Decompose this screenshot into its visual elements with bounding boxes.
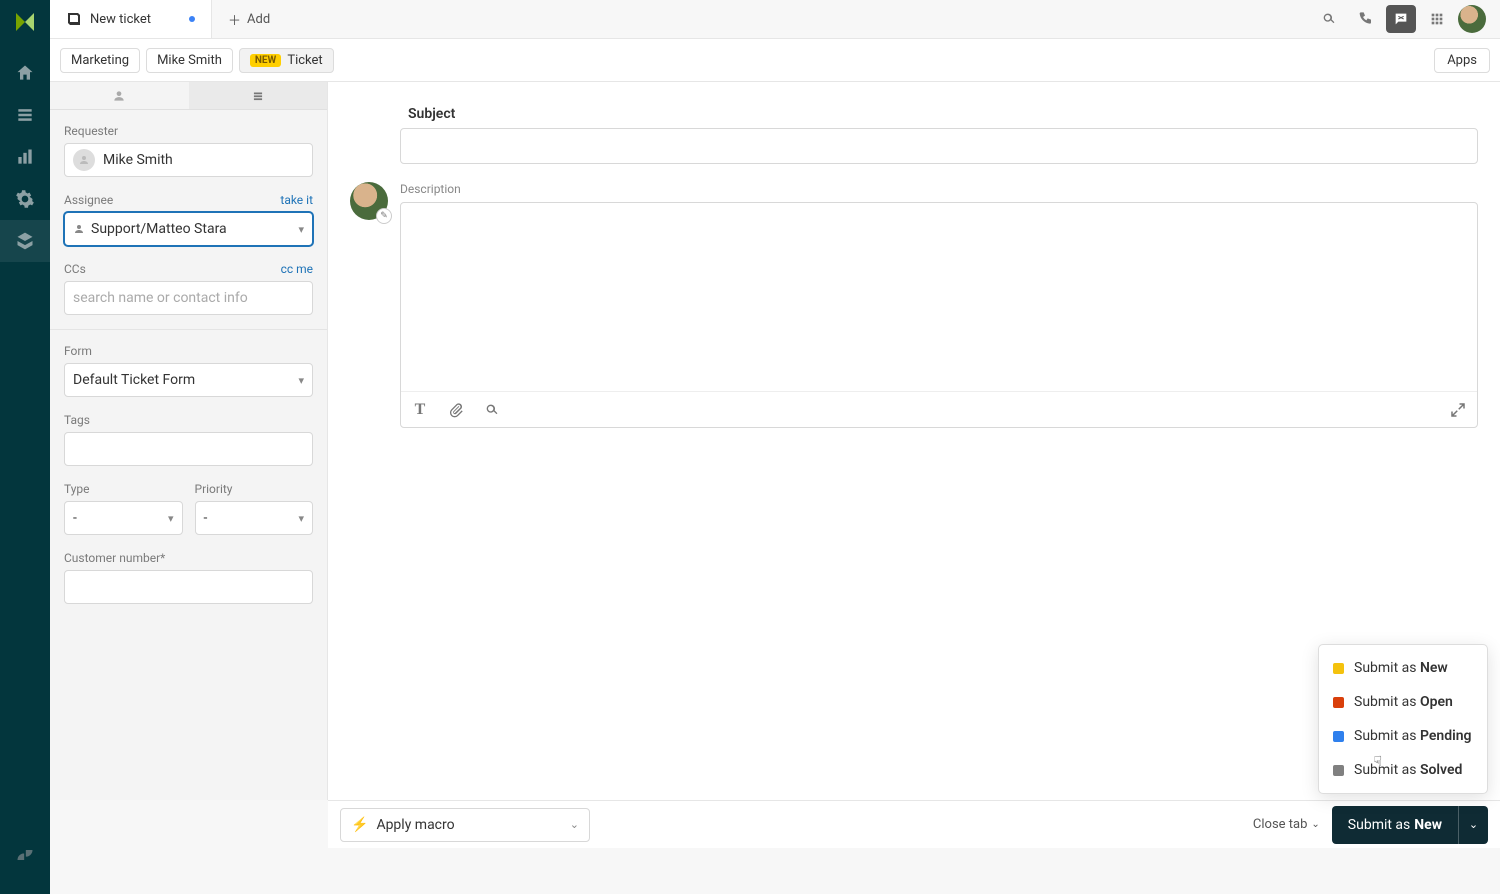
customer-number-input[interactable] <box>73 579 304 595</box>
type-select[interactable]: - ▾ <box>64 501 183 535</box>
submit-button[interactable]: Submit as New <box>1332 806 1458 844</box>
breadcrumb-kind: Ticket <box>287 53 322 68</box>
editor-toolbar: T <box>401 391 1477 427</box>
requester-field[interactable]: Mike Smith <box>64 143 313 177</box>
nav-reporting[interactable] <box>0 136 50 178</box>
breadcrumb-ticket[interactable]: NEW Ticket <box>239 48 334 73</box>
description-textarea[interactable] <box>401 203 1477 391</box>
subtab-ticket[interactable] <box>189 82 328 109</box>
priority-select[interactable]: - ▾ <box>195 501 314 535</box>
nav-views[interactable] <box>0 94 50 136</box>
status-color-swatch <box>1333 765 1344 776</box>
priority-value: - <box>204 510 208 526</box>
current-user-avatar[interactable] <box>1458 5 1486 33</box>
nav-apps[interactable] <box>0 220 50 262</box>
requester-label: Requester <box>64 124 118 138</box>
chevron-down-icon: ▾ <box>298 512 304 525</box>
ccs-label: CCs <box>64 262 86 276</box>
type-label: Type <box>64 482 90 496</box>
assignee-field[interactable]: Support/Matteo Stara ▾ <box>64 212 313 246</box>
search-icon[interactable] <box>1314 5 1344 33</box>
submit-prefix: Submit as <box>1348 817 1410 833</box>
chevron-down-icon: ⌄ <box>570 818 579 831</box>
submit-menu-item-new[interactable]: Submit as New <box>1319 651 1487 685</box>
description-editor: T <box>400 202 1478 428</box>
customer-number-label: Customer number* <box>64 551 165 565</box>
cc-me-link[interactable]: cc me <box>281 262 313 276</box>
close-tab-label: Close tab <box>1253 817 1308 832</box>
submit-dropdown-toggle[interactable]: ⌄ <box>1458 806 1488 844</box>
close-tab-button[interactable]: Close tab ⌄ <box>1253 817 1320 832</box>
subject-input[interactable] <box>411 129 1467 163</box>
nav-admin[interactable] <box>0 178 50 220</box>
assignee-value: Support/Matteo Stara <box>91 221 227 237</box>
breadcrumb-user[interactable]: Mike Smith <box>146 48 233 73</box>
status-color-swatch <box>1333 663 1344 674</box>
subject-label: Subject <box>408 106 1478 122</box>
submit-status: New <box>1414 817 1442 833</box>
tab-label: New ticket <box>90 12 151 27</box>
ccs-input[interactable] <box>73 290 304 306</box>
status-badge-new: NEW <box>250 54 281 67</box>
chevron-down-icon: ⌄ <box>1469 818 1478 831</box>
submit-menu-item-solved[interactable]: Submit as Solved <box>1319 753 1487 787</box>
description-label: Description <box>400 182 1478 196</box>
brand-logo <box>13 10 37 34</box>
plus-icon: ＋ <box>228 10 241 29</box>
chevron-down-icon: ▾ <box>168 512 174 525</box>
attachment-icon[interactable] <box>447 401 465 419</box>
user-avatar-icon <box>73 149 95 171</box>
chevron-down-icon: ⌄ <box>1311 819 1319 830</box>
search-kb-icon[interactable] <box>483 401 501 419</box>
expand-editor-icon[interactable] <box>1449 401 1467 419</box>
form-value: Default Ticket Form <box>73 372 195 388</box>
tags-field[interactable] <box>64 432 313 466</box>
format-text-icon[interactable]: T <box>411 401 429 419</box>
chevron-down-icon: ▾ <box>298 223 304 236</box>
ccs-field[interactable] <box>64 281 313 315</box>
status-color-swatch <box>1333 731 1344 742</box>
tags-input[interactable] <box>73 441 304 457</box>
nav-home[interactable] <box>0 52 50 94</box>
nav-rail <box>0 0 50 894</box>
priority-label: Priority <box>195 482 233 496</box>
status-color-swatch <box>1333 697 1344 708</box>
take-it-link[interactable]: take it <box>280 193 313 207</box>
add-tab-label: Add <box>247 12 270 27</box>
subject-field[interactable] <box>400 128 1478 164</box>
subtab-user[interactable] <box>50 82 189 109</box>
ticket-fields-sidebar: Requester Mike Smith Assignee take it Su… <box>50 82 328 800</box>
tags-label: Tags <box>64 413 90 427</box>
agent-badge-icon: ✎ <box>376 208 392 224</box>
requester-value: Mike Smith <box>103 152 173 168</box>
tab-unsaved-indicator <box>189 16 195 22</box>
agent-avatar: ✎ <box>350 182 388 220</box>
form-label: Form <box>64 344 92 358</box>
submit-status-menu: Submit as NewSubmit as OpenSubmit as Pen… <box>1318 644 1488 794</box>
add-tab-button[interactable]: ＋ Add <box>212 0 286 38</box>
person-icon <box>73 223 85 235</box>
apply-macro-button[interactable]: ⚡ Apply macro ⌄ <box>340 808 590 842</box>
phone-icon[interactable] <box>1350 5 1380 33</box>
apps-panel-button[interactable]: Apps <box>1434 48 1490 73</box>
submit-menu-item-open[interactable]: Submit as Open <box>1319 685 1487 719</box>
form-select[interactable]: Default Ticket Form ▾ <box>64 363 313 397</box>
footer-bar: ⚡ Apply macro ⌄ Close tab ⌄ Submit as Ne… <box>328 800 1500 848</box>
chat-icon[interactable] <box>1386 5 1416 33</box>
assignee-label: Assignee <box>64 193 113 207</box>
tab-new-ticket[interactable]: New ticket <box>50 0 212 38</box>
top-tab-bar: New ticket ＋ Add <box>50 0 1500 39</box>
submit-menu-item-pending[interactable]: Submit as Pending <box>1319 719 1487 753</box>
breadcrumb-bar: Marketing Mike Smith NEW Ticket Apps <box>50 39 1500 82</box>
bolt-icon: ⚡ <box>351 817 368 833</box>
nav-zendesk-icon[interactable] <box>0 834 50 876</box>
type-value: - <box>73 510 77 526</box>
apps-grid-icon[interactable] <box>1422 5 1452 33</box>
breadcrumb-org[interactable]: Marketing <box>60 48 140 73</box>
customer-number-field[interactable] <box>64 570 313 604</box>
ticket-icon <box>66 11 82 27</box>
chevron-down-icon: ▾ <box>298 374 304 387</box>
apply-macro-label: Apply macro <box>376 817 454 833</box>
